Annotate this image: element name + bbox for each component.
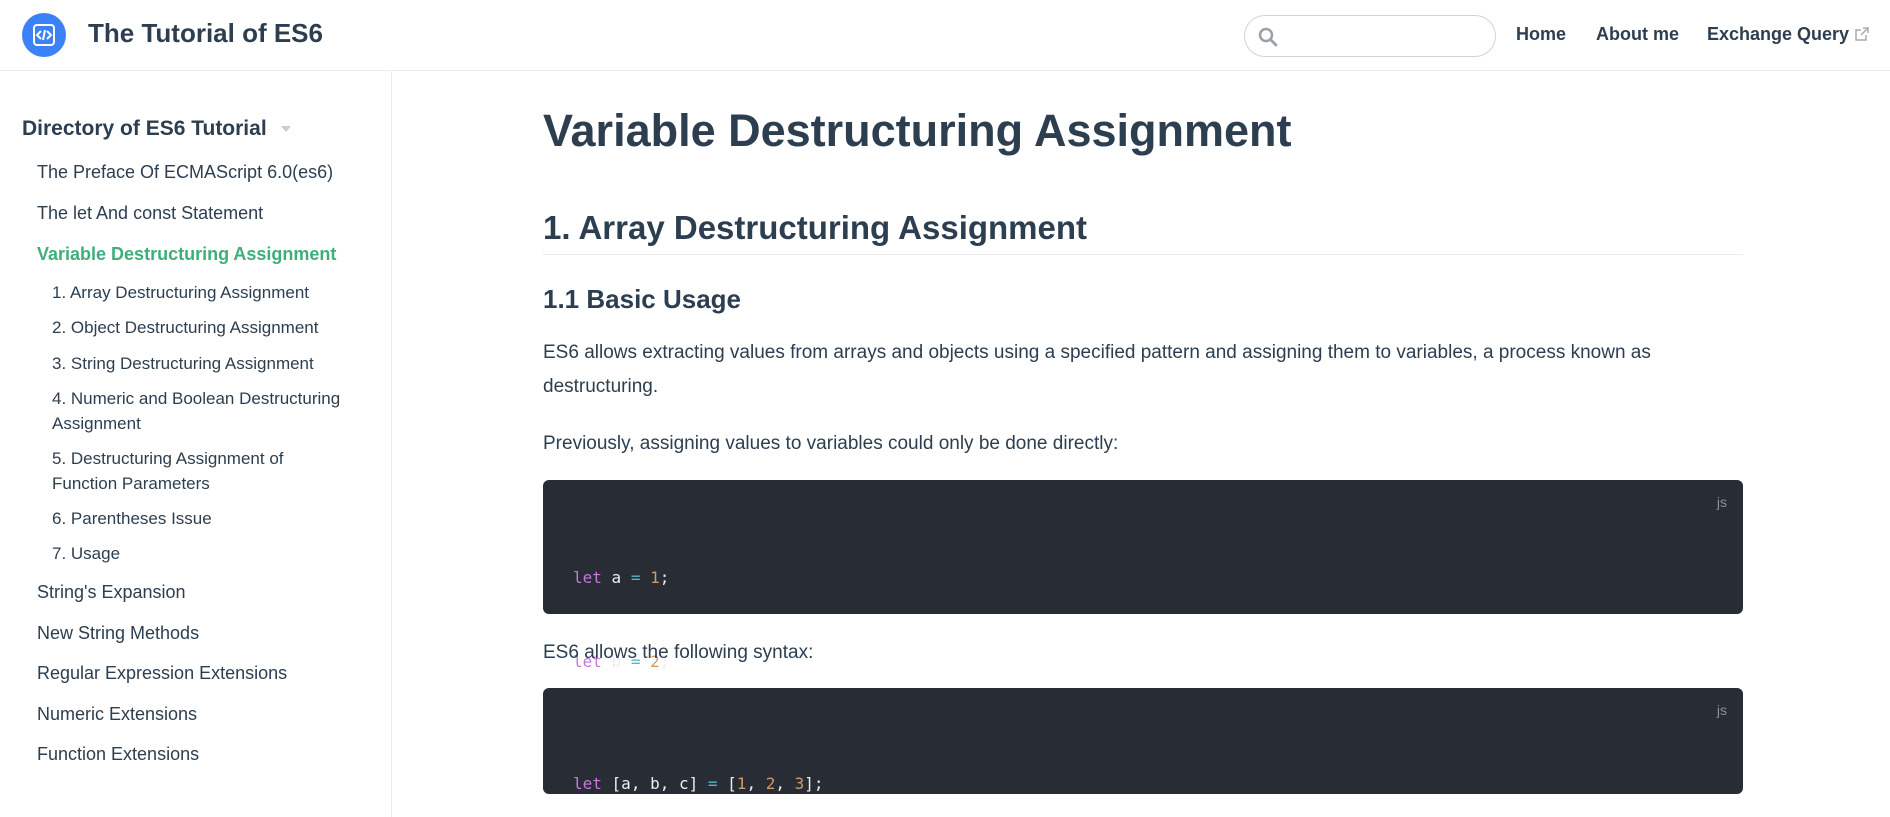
search-icon bbox=[1258, 27, 1278, 47]
sidebar-heading-label: Directory of ES6 Tutorial bbox=[22, 117, 267, 140]
paragraph-intro: ES6 allows extracting values from arrays… bbox=[543, 342, 1651, 397]
site-logo-icon[interactable] bbox=[22, 13, 66, 57]
code-line: let a = 1; bbox=[573, 568, 670, 587]
caret-down-icon bbox=[280, 126, 291, 132]
sidebar-item-numeric-extensions[interactable]: Numeric Extensions bbox=[37, 704, 197, 725]
sidebar-subitem-usage[interactable]: 7. Usage bbox=[52, 541, 372, 566]
sidebar-subitem-function-params[interactable]: 5. Destructuring Assignment of Function … bbox=[52, 446, 332, 496]
nav-link-exchange-label: Exchange Query bbox=[1707, 24, 1850, 44]
sidebar-subitem-array[interactable]: 1. Array Destructuring Assignment bbox=[52, 280, 372, 305]
sidebar-subitem-parentheses[interactable]: 6. Parentheses Issue bbox=[52, 506, 372, 531]
code-language-label: js bbox=[1716, 494, 1727, 510]
sidebar-item-preface[interactable]: The Preface Of ECMAScript 6.0(es6) bbox=[37, 162, 333, 183]
code-block-2[interactable]: js let [a, b, c] = [1, 2, 3]; bbox=[543, 688, 1743, 794]
code-line: let [a, b, c] = [1, 2, 3]; bbox=[573, 774, 824, 793]
nav-link-home[interactable]: Home bbox=[1516, 24, 1566, 45]
subsection-heading-basic-usage: 1.1 Basic Usage bbox=[543, 284, 742, 314]
paragraph-previously: Previously, assigning values to variable… bbox=[543, 433, 1119, 454]
nav-link-exchange-query[interactable]: Exchange Query bbox=[1707, 24, 1869, 46]
sidebar-subitem-numeric-boolean[interactable]: 4. Numeric and Boolean Destructuring Ass… bbox=[52, 386, 372, 436]
nav-link-about[interactable]: About me bbox=[1596, 24, 1679, 45]
site-title[interactable]: The Tutorial of ES6 bbox=[88, 18, 323, 49]
paragraph-es6-syntax: ES6 allows the following syntax: bbox=[543, 642, 814, 663]
code-lines: let [a, b, c] = [1, 2, 3]; bbox=[573, 714, 824, 817]
code-block-1[interactable]: js let a = 1; let b = 2; let c = 3; bbox=[543, 480, 1743, 755]
sidebar: Directory of ES6 Tutorial The Preface Of… bbox=[0, 71, 392, 817]
sidebar-heading[interactable]: Directory of ES6 Tutorial bbox=[22, 117, 291, 141]
sidebar-item-regex-extensions[interactable]: Regular Expression Extensions bbox=[37, 663, 287, 684]
external-link-icon bbox=[1855, 25, 1869, 46]
sidebar-item-let-const[interactable]: The let And const Statement bbox=[37, 203, 263, 224]
sidebar-subitem-object[interactable]: 2. Object Destructuring Assignment bbox=[52, 315, 372, 340]
sidebar-item-new-string-methods[interactable]: New String Methods bbox=[37, 623, 199, 644]
sidebar-subitem-string[interactable]: 3. String Destructuring Assignment bbox=[52, 351, 372, 376]
sidebar-item-function-extensions[interactable]: Function Extensions bbox=[37, 744, 199, 765]
top-navbar: The Tutorial of ES6 Home About me Exchan… bbox=[0, 0, 1890, 71]
page-title: Variable Destructuring Assignment bbox=[543, 105, 1292, 156]
search-box[interactable] bbox=[1244, 15, 1496, 57]
code-language-label: js bbox=[1716, 702, 1727, 718]
sidebar-item-variable-destructuring[interactable]: Variable Destructuring Assignment bbox=[37, 244, 336, 265]
search-input[interactable] bbox=[1285, 22, 1485, 50]
section-heading-array: 1. Array Destructuring Assignment bbox=[543, 209, 1743, 255]
sidebar-item-string-expansion[interactable]: String's Expansion bbox=[37, 582, 186, 603]
